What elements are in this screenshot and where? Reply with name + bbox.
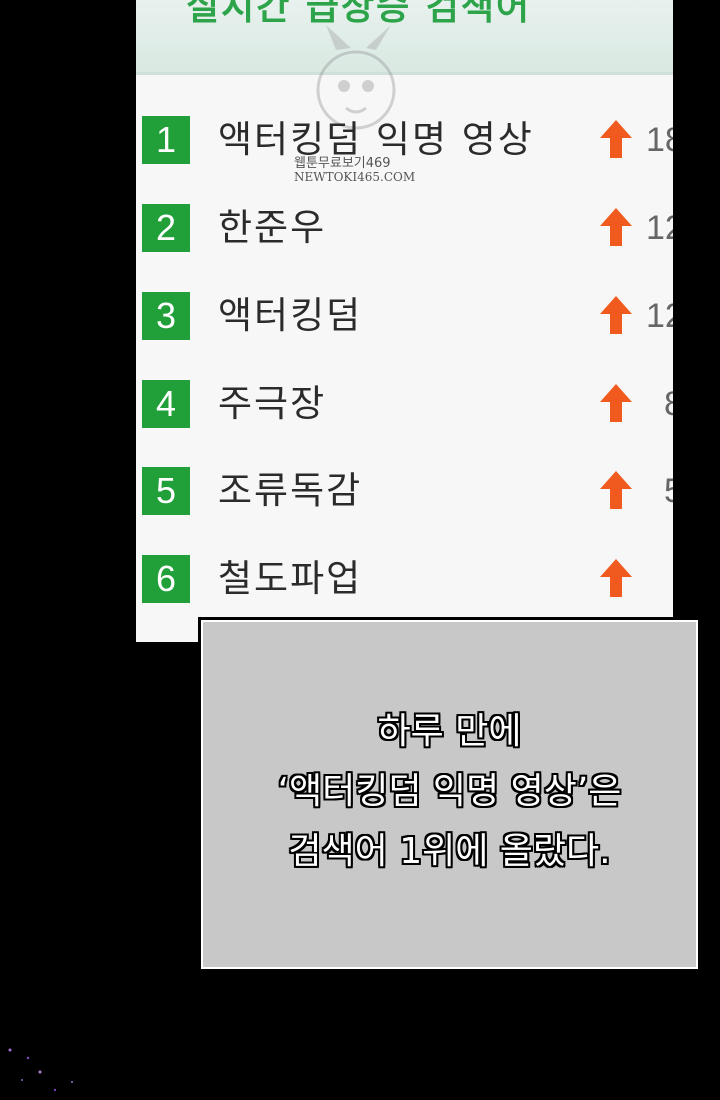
ranking-count: 12: [646, 297, 673, 335]
caption-text: 하루 만에 ‘액터킹덤 익명 영상’은 검색어 1위에 올랐다.: [201, 702, 698, 882]
rank-number: 3: [142, 292, 190, 340]
arrow-up-icon: [600, 471, 632, 509]
sparkle-decoration: [8, 1048, 73, 1092]
arrow-up-icon: [600, 384, 632, 422]
ranking-keyword[interactable]: 조류독감: [218, 463, 362, 519]
ranking-count: 18: [646, 121, 673, 159]
ranking-keyword[interactable]: 철도파업: [218, 551, 362, 607]
search-ranking-panel: 실시간 급상승 검색어 웹툰무료보기469 NEWTOKI465.COM 1 액터…: [136, 0, 673, 642]
ranking-row[interactable]: 5 조류독감 5: [136, 463, 673, 523]
rank-number: 6: [142, 555, 190, 603]
arrow-up-icon: [600, 559, 632, 597]
caption-line-2: ‘액터킹덤 익명 영상’은: [277, 770, 622, 813]
ranking-row[interactable]: 4 주극장 8: [136, 376, 673, 436]
ranking-keyword[interactable]: 주극장: [218, 376, 326, 432]
rank-number: 4: [142, 380, 190, 428]
caption-line-1: 하루 만에: [377, 710, 522, 753]
caption-box: 하루 만에 ‘액터킹덤 익명 영상’은 검색어 1위에 올랐다.: [198, 617, 701, 972]
ranking-count: 12: [646, 209, 673, 247]
ranking-row[interactable]: 6 철도파업: [136, 551, 673, 611]
ranking-count: 5: [664, 463, 673, 519]
rank-number: 5: [142, 467, 190, 515]
ranking-row[interactable]: 2 한준우 12: [136, 200, 673, 260]
ranking-count: 8: [664, 376, 673, 432]
caption-line-3: 검색어 1위에 올랐다.: [288, 830, 612, 873]
arrow-up-icon: [600, 208, 632, 246]
rank-number: 1: [142, 116, 190, 164]
ranking-keyword[interactable]: 액터킹덤 익명 영상: [218, 112, 534, 168]
ranking-row[interactable]: 1 액터킹덤 익명 영상 18: [136, 112, 673, 172]
rank-number: 2: [142, 204, 190, 252]
ranking-keyword[interactable]: 한준우: [218, 200, 326, 256]
arrow-up-icon: [600, 296, 632, 334]
ranking-keyword[interactable]: 액터킹덤: [218, 288, 362, 344]
arrow-up-icon: [600, 120, 632, 158]
watermark-url: NEWTOKI465.COM: [294, 170, 416, 184]
ranking-row[interactable]: 3 액터킹덤 12: [136, 288, 673, 348]
